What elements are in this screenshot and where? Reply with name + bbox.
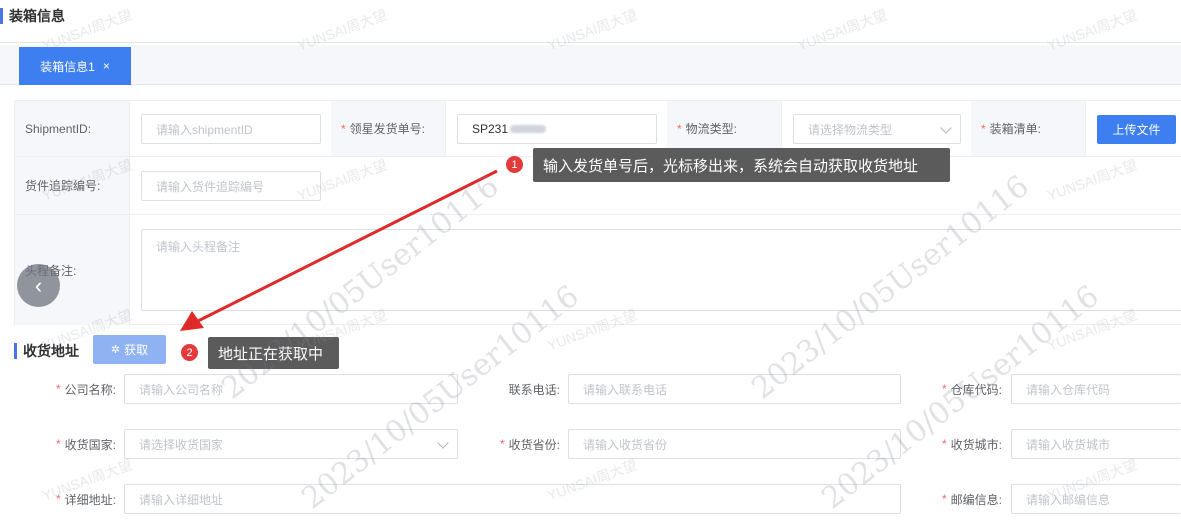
fetch-label: 获取 [124, 343, 149, 357]
fetch-address-button[interactable]: ✲ 获取 [93, 335, 166, 364]
country-label: * 收货国家: [55, 437, 116, 452]
step-badge-2: 2 [180, 343, 199, 362]
callout-tip-1: 输入发货单号后，光标移出来，系统会自动获取收货地址 [533, 148, 950, 182]
section-title-address: 收货地址 [14, 341, 79, 361]
province-input[interactable]: 请输入收货省份 [568, 429, 901, 459]
warehouse-input[interactable]: 请输入仓库代码 [1011, 374, 1181, 404]
phone-input[interactable]: 请输入联系电话 [568, 374, 901, 404]
city-label: * 收货城市: [941, 437, 1002, 452]
detail-address-label: * 详细地址: [55, 492, 116, 507]
company-input[interactable]: 请输入公司名称 [124, 374, 458, 404]
title-accent-bar [14, 343, 17, 359]
phone-label: 联系电话: [508, 382, 560, 397]
province-label: * 收货省份: [499, 437, 560, 452]
loading-spinner-icon: ✲ [110, 344, 121, 356]
city-input[interactable]: 请输入收货城市 [1011, 429, 1181, 459]
arrow-line [195, 169, 498, 324]
section-title-text: 收货地址 [23, 343, 79, 359]
warehouse-label: * 仓库代码: [941, 382, 1002, 397]
step-badge-1: 1 [505, 155, 524, 174]
chevron-down-icon [437, 437, 449, 449]
company-label: * 公司名称: [55, 382, 116, 397]
zip-input[interactable]: 请输入邮编信息 [1011, 484, 1181, 514]
detail-address-input[interactable]: 请输入详细地址 [124, 484, 901, 514]
zip-label: * 邮编信息: [941, 492, 1002, 507]
callout-tip-2: 地址正在获取中 [208, 337, 339, 369]
country-select[interactable]: 请选择收货国家 [124, 429, 458, 459]
